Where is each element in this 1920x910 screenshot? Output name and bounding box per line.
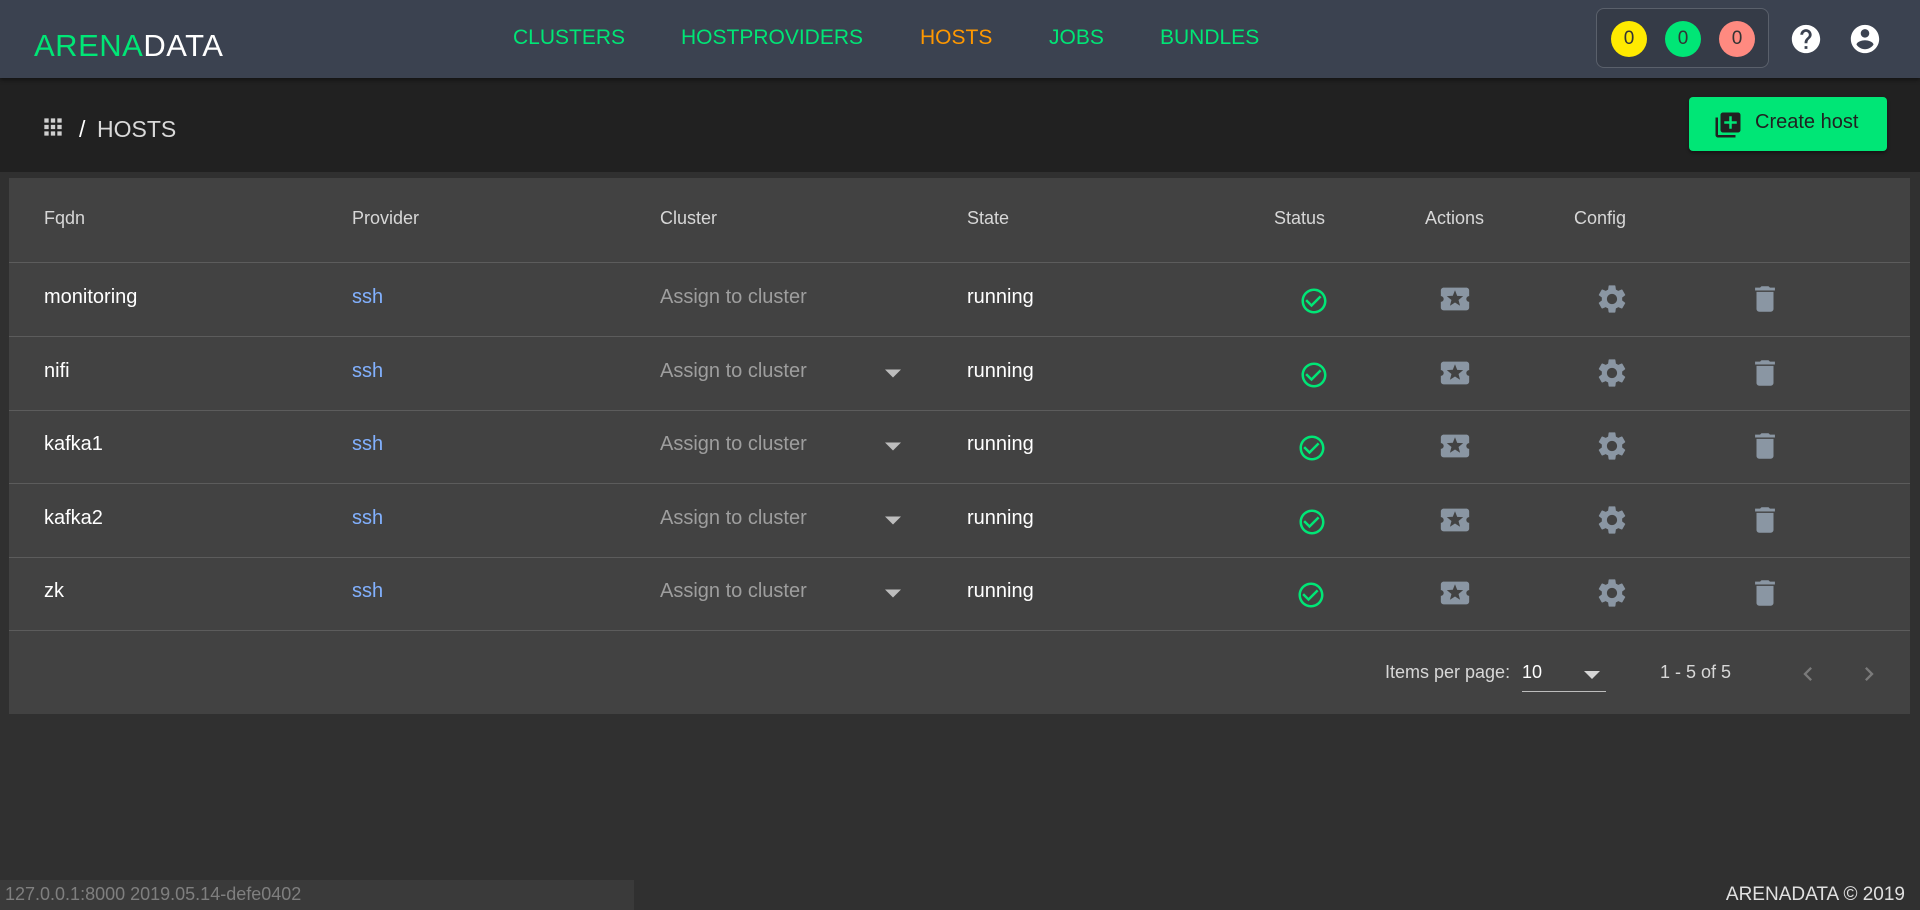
task-counters: 0 0 0 — [1596, 8, 1769, 68]
create-host-label: Create host — [1755, 111, 1859, 133]
ticket-star-icon[interactable] — [1438, 356, 1472, 390]
host-fqdn[interactable]: nifi — [44, 360, 70, 383]
library-add-icon — [1715, 112, 1741, 138]
nav-jobs[interactable]: JOBS — [1049, 25, 1104, 51]
gear-icon[interactable] — [1595, 503, 1629, 537]
trash-icon[interactable] — [1748, 356, 1782, 390]
page-title: HOSTS — [97, 116, 177, 142]
chevron-down-icon[interactable] — [885, 442, 901, 451]
apps-grid-icon[interactable] — [40, 114, 66, 140]
chevron-down-icon[interactable] — [885, 516, 901, 525]
header-status: Status — [1274, 208, 1326, 228]
host-provider-link[interactable]: ssh — [352, 580, 383, 603]
table-row[interactable]: nifi ssh Assign to cluster running — [9, 337, 1910, 410]
page-size-select[interactable]: 10 — [1522, 658, 1606, 692]
assign-cluster-select[interactable]: Assign to cluster — [660, 286, 807, 309]
help-circle-icon[interactable] — [1789, 22, 1823, 56]
host-fqdn[interactable]: kafka1 — [44, 433, 103, 456]
host-state: running — [967, 580, 1034, 602]
table-row[interactable]: kafka1 ssh Assign to cluster running — [9, 410, 1910, 483]
trash-icon[interactable] — [1748, 503, 1782, 537]
gear-icon[interactable] — [1595, 282, 1629, 316]
logo-text-data: DATA — [143, 28, 224, 63]
ticket-star-icon[interactable] — [1438, 282, 1472, 316]
nav-hostproviders[interactable]: HOSTPROVIDERS — [681, 25, 863, 51]
assign-cluster-select[interactable]: Assign to cluster — [660, 507, 807, 530]
host-fqdn[interactable]: kafka2 — [44, 507, 103, 530]
assign-cluster-select[interactable]: Assign to cluster — [660, 580, 807, 603]
table-footer-divider — [9, 630, 1910, 631]
table-row[interactable]: zk ssh Assign to cluster running — [9, 557, 1910, 630]
trash-icon[interactable] — [1748, 282, 1782, 316]
host-state: running — [967, 507, 1034, 529]
host-provider-link[interactable]: ssh — [352, 507, 383, 530]
failed-count-badge[interactable]: 0 — [1719, 21, 1755, 57]
host-provider-link[interactable]: ssh — [352, 433, 383, 456]
gear-icon[interactable] — [1595, 429, 1629, 463]
success-count-badge[interactable]: 0 — [1665, 21, 1701, 57]
chevron-down-icon — [1584, 671, 1600, 679]
header-provider[interactable]: Provider — [352, 208, 419, 229]
logo-text-arena: ARENA — [34, 28, 144, 63]
breadcrumb-separator: / — [79, 116, 86, 142]
table-row[interactable]: kafka2 ssh Assign to cluster running — [9, 484, 1910, 557]
host-provider-link[interactable]: ssh — [352, 286, 383, 309]
footer-version: 127.0.0.1:8000 2019.05.14-defe0402 — [5, 884, 302, 904]
nav-hosts[interactable]: HOSTS — [920, 25, 992, 51]
assign-cluster-select[interactable]: Assign to cluster — [660, 433, 807, 456]
check-circle-icon[interactable] — [1297, 433, 1327, 463]
host-state: running — [967, 433, 1034, 455]
gear-icon[interactable] — [1595, 576, 1629, 610]
create-host-button[interactable]: Create host — [1689, 97, 1887, 151]
account-circle-icon[interactable] — [1848, 22, 1882, 56]
top-navbar: ARENADATA CLUSTERS HOSTPROVIDERS HOSTS J… — [0, 0, 1920, 78]
host-state: running — [967, 360, 1034, 382]
page-size-value: 10 — [1522, 662, 1543, 682]
chevron-down-icon[interactable] — [885, 369, 901, 378]
nav-clusters[interactable]: CLUSTERS — [513, 25, 625, 51]
gear-icon[interactable] — [1595, 356, 1629, 390]
page-header — [0, 78, 1920, 172]
header-fqdn[interactable]: Fqdn — [44, 208, 85, 229]
check-circle-icon[interactable] — [1299, 286, 1329, 316]
trash-icon[interactable] — [1748, 576, 1782, 610]
nav-bundles[interactable]: BUNDLES — [1160, 25, 1259, 51]
table-row[interactable]: monitoring ssh Assign to cluster running — [9, 263, 1910, 336]
ticket-star-icon[interactable] — [1438, 503, 1472, 537]
footer-copyright: ARENADATA © 2019 — [1725, 884, 1905, 905]
header-actions: Actions — [1425, 208, 1485, 228]
host-fqdn[interactable]: zk — [44, 580, 64, 603]
check-circle-icon[interactable] — [1296, 580, 1326, 610]
header-config: Config — [1574, 208, 1627, 228]
items-per-page-label: Items per page: — [1385, 662, 1511, 682]
next-page-icon[interactable] — [1855, 660, 1883, 688]
page-range-label: 1 - 5 of 5 — [1660, 662, 1732, 682]
chevron-down-icon[interactable] — [885, 589, 901, 598]
header-state[interactable]: State — [967, 208, 1009, 229]
arenadata-logo[interactable]: ARENADATA — [34, 30, 223, 62]
host-fqdn[interactable]: monitoring — [44, 286, 137, 309]
check-circle-icon[interactable] — [1297, 507, 1327, 537]
host-provider-link[interactable]: ssh — [352, 360, 383, 383]
running-count-badge[interactable]: 0 — [1611, 21, 1647, 57]
ticket-star-icon[interactable] — [1438, 576, 1472, 610]
ticket-star-icon[interactable] — [1438, 429, 1472, 463]
previous-page-icon[interactable] — [1794, 660, 1822, 688]
host-state: running — [967, 286, 1034, 308]
check-circle-icon[interactable] — [1299, 360, 1329, 390]
header-cluster[interactable]: Cluster — [660, 208, 717, 229]
assign-cluster-select[interactable]: Assign to cluster — [660, 360, 807, 383]
trash-icon[interactable] — [1748, 429, 1782, 463]
